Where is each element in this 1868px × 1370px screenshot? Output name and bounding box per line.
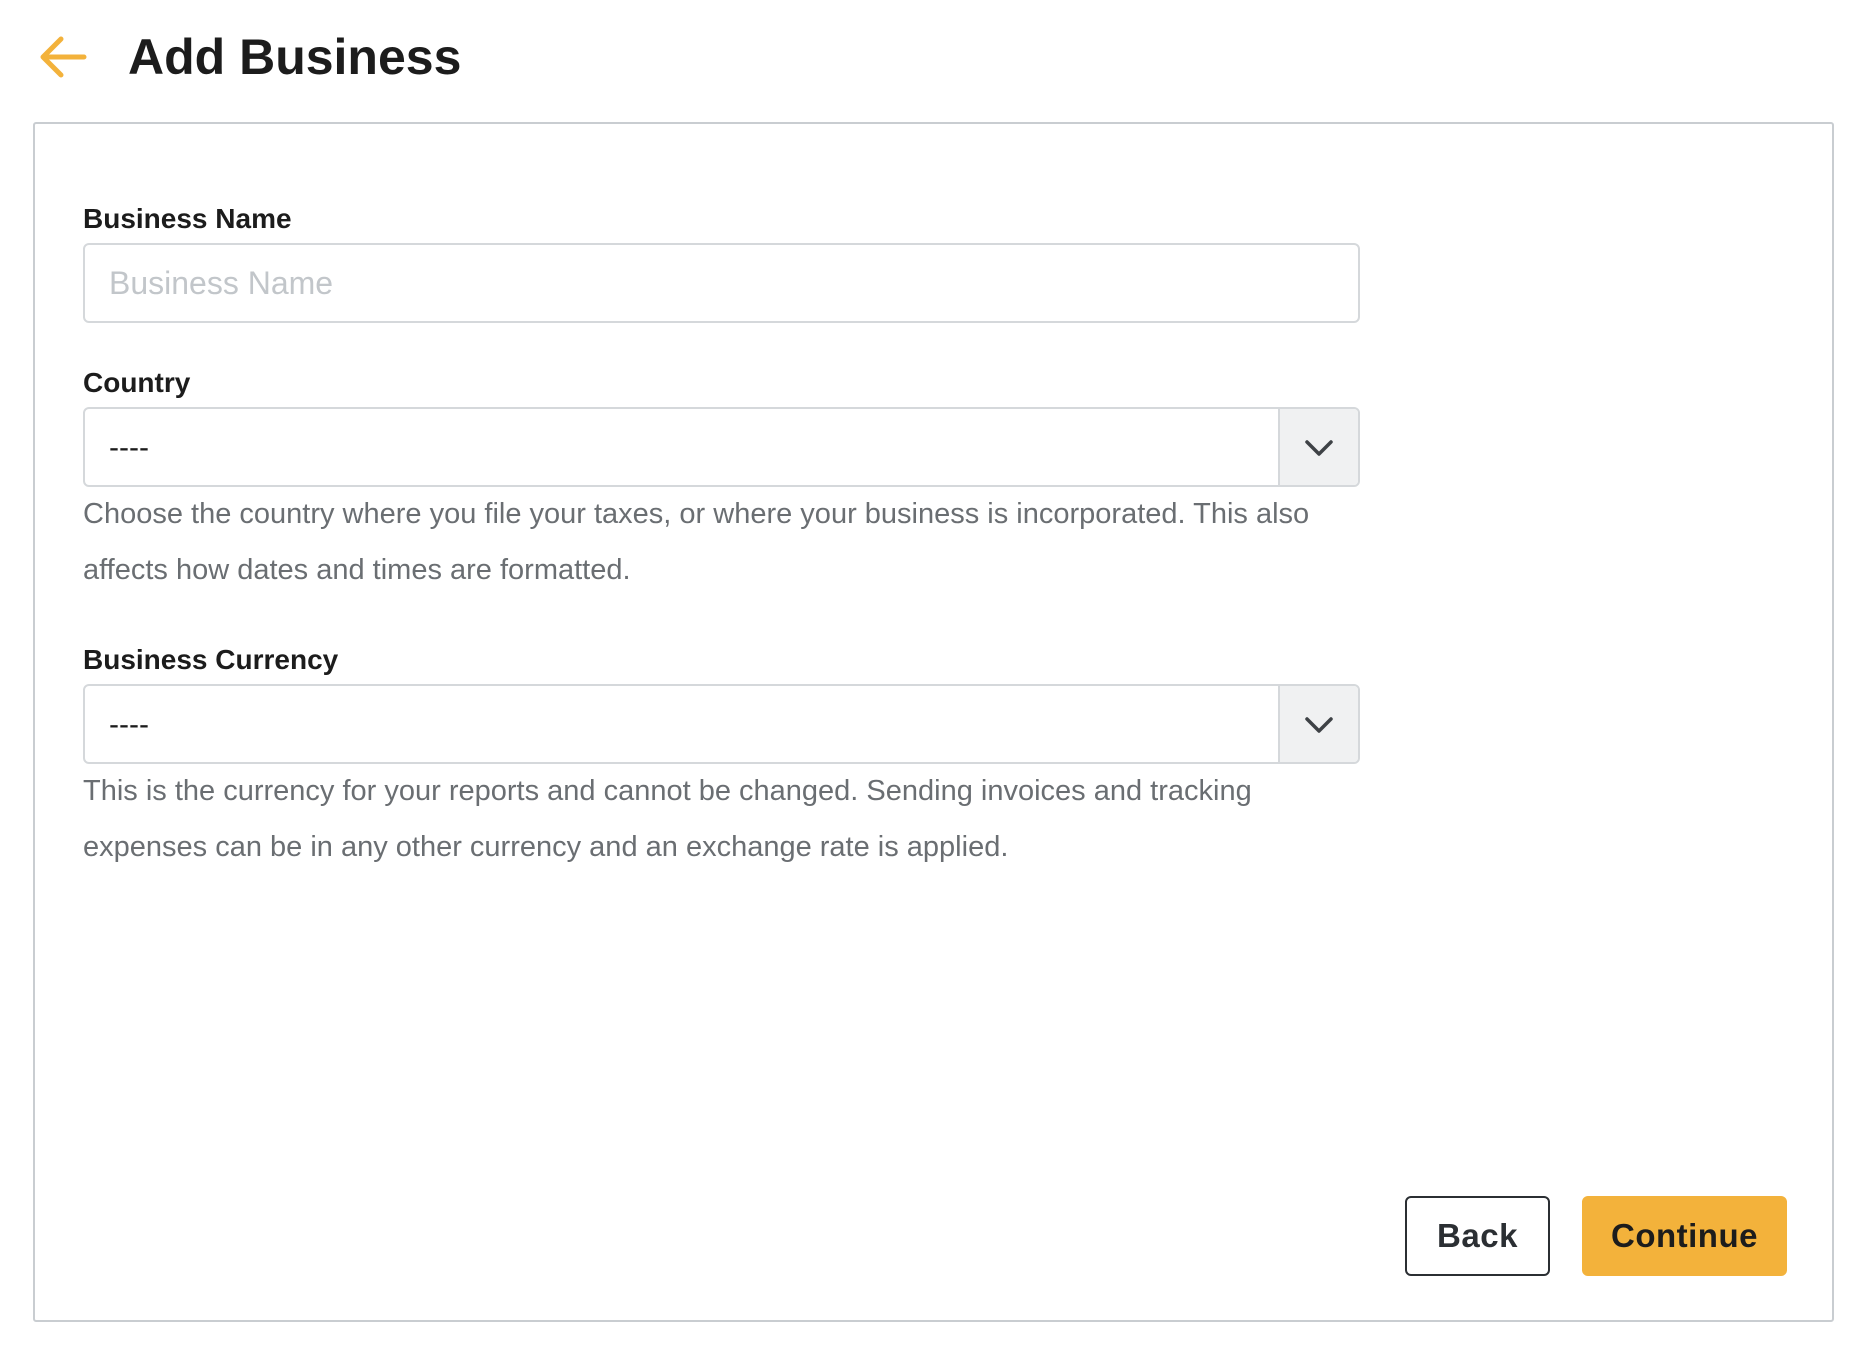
business-name-label: Business Name xyxy=(83,203,292,234)
page-title: Add Business xyxy=(128,29,462,85)
country-help-text: Choose the country where you file your t… xyxy=(83,498,1310,586)
currency-dropdown-toggle[interactable] xyxy=(1278,686,1358,762)
business-name-input[interactable] xyxy=(83,243,1360,323)
currency-selected-value: ---- xyxy=(109,708,149,741)
business-currency-select[interactable]: ---- xyxy=(83,684,1360,764)
add-business-form: Business Name Country ---- Choose the co… xyxy=(33,122,1834,1322)
country-select[interactable]: ---- xyxy=(83,407,1360,487)
currency-help-text: This is the currency for your reports an… xyxy=(83,775,1252,863)
country-label: Country xyxy=(83,367,191,398)
country-selected-value: ---- xyxy=(109,431,149,464)
chevron-down-icon xyxy=(1305,717,1333,733)
business-currency-label: Business Currency xyxy=(83,644,339,675)
page-header: Add Business xyxy=(0,0,1868,118)
chevron-down-icon xyxy=(1305,440,1333,456)
country-dropdown-toggle[interactable] xyxy=(1278,409,1358,485)
back-button[interactable]: Back xyxy=(1405,1196,1550,1276)
continue-button[interactable]: Continue xyxy=(1582,1196,1787,1276)
arrow-left-icon[interactable] xyxy=(36,30,90,84)
